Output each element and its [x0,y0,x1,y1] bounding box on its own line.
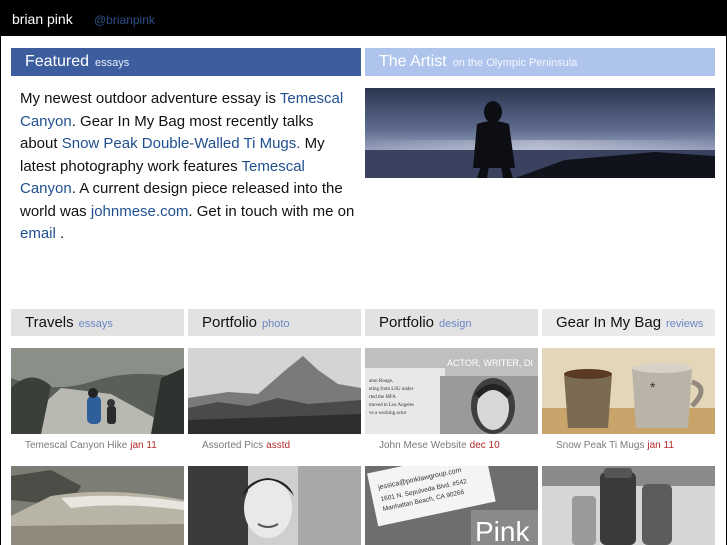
actor-text: ACTOR, WRITER, DI [447,358,533,368]
svg-text:eting from LSU under: eting from LSU under [369,387,414,392]
featured-subtitle: essays [95,57,130,69]
featured-text: . Get in touch with me on [188,202,355,220]
caption-title: John Mese Website [379,440,467,451]
svg-text:ve a working actor: ve a working actor [369,411,407,416]
thumb-snow-peak-mugs[interactable]: * [542,348,715,434]
svg-text:moved to Los Angeles: moved to Los Angeles [369,403,414,408]
featured-text: . [55,225,65,242]
johnmese-link[interactable]: johnmese.com [91,203,189,220]
category-subtitle: photo [262,318,290,330]
caption-title: Snow Peak Ti Mugs [556,440,645,451]
svg-text:*: * [650,379,656,395]
category-subtitle: design [439,318,472,330]
caption-date: asstd [266,440,291,451]
svg-text:aton Rouge,: aton Rouge, [369,379,393,384]
category-travels[interactable]: Travels essays [11,309,184,336]
top-bar: brian pink @brianpink [0,0,727,36]
caption-assorted[interactable]: Assorted Pics asstd [202,440,290,451]
frame-left-border [0,36,1,545]
thumb-beach[interactable] [11,466,184,545]
caption-date: jan 11 [647,440,674,451]
artist-header: The Artist on the Olympic Peninsula [365,48,715,76]
caption-title: Temescal Canyon Hike [25,440,128,451]
svg-text:rted the MFA: rted the MFA [369,395,396,400]
thumb-pink-law-cards[interactable]: jessica@pinklawgroup.com 1601 N. Sepulve… [365,466,538,545]
artist-title: The Artist [379,53,447,70]
caption-john-mese[interactable]: John Mese Website dec 10 [379,440,500,451]
thumb-temescal-hike[interactable] [11,348,184,434]
thumb-thermos[interactable] [542,466,715,545]
twitter-handle-link[interactable]: @brianpink [94,13,155,27]
caption-temescal[interactable]: Temescal Canyon Hike jan 11 [25,440,157,451]
featured-title: Featured [25,53,90,70]
category-title: Travels [25,314,74,331]
pink-logo-text: Pink [475,516,530,545]
email-link[interactable]: email [20,225,56,242]
category-subtitle: essays [78,318,113,330]
thumb-john-mese[interactable]: ACTOR, WRITER, DI aton Rouge, eting from… [365,348,538,434]
category-title: Portfolio [379,314,435,331]
category-title: Gear In My Bag [556,314,662,331]
snow-peak-review-link[interactable]: Snow Peak Double-Walled Ti Mugs. [62,135,301,152]
featured-paragraph: My newest outdoor adventure essay is Tem… [20,88,355,246]
category-portfolio-photo[interactable]: Portfolio photo [188,309,361,336]
featured-text: My newest outdoor adventure essay is [20,90,280,107]
featured-header: Featured essays [11,48,361,76]
category-portfolio-design[interactable]: Portfolio design [365,309,538,336]
artist-subtitle: on the Olympic Peninsula [452,57,578,69]
category-subtitle: reviews [666,318,704,330]
thumb-portrait[interactable] [188,466,361,545]
thumb-assorted-pics[interactable] [188,348,361,434]
category-title: Portfolio [202,314,258,331]
artist-photo [365,88,715,178]
caption-date: dec 10 [469,440,500,451]
category-gear[interactable]: Gear In My Bag reviews [542,309,715,336]
site-name-link[interactable]: brian pink [12,11,73,27]
caption-date: jan 11 [130,440,157,451]
caption-title: Assorted Pics [202,440,264,451]
caption-snow-peak[interactable]: Snow Peak Ti Mugs jan 11 [556,440,674,451]
